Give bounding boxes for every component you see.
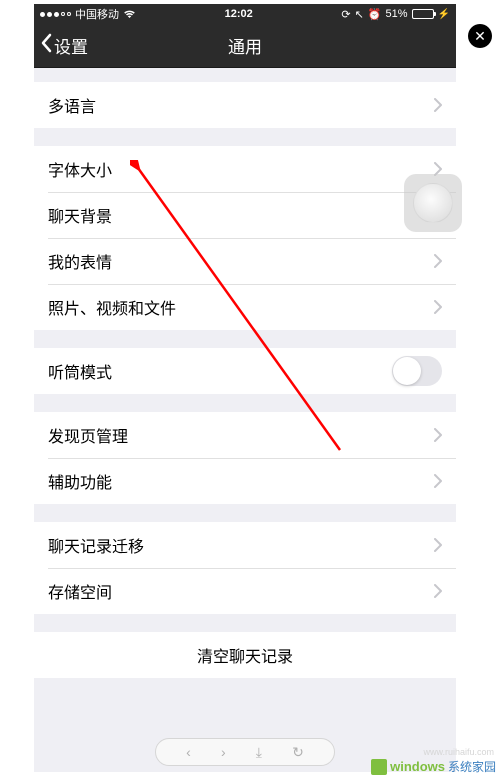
clock: 12:02 [225,8,253,20]
cell-font-size[interactable]: 字体大小 [34,146,456,192]
cell-photos-videos-files[interactable]: 照片、视频和文件 [34,284,456,330]
watermark-rest: 系统家园 [448,758,496,775]
close-button[interactable]: ✕ [468,24,492,48]
chevron-right-icon [434,428,442,442]
chevron-right-icon [434,474,442,488]
earpiece-mode-toggle[interactable] [392,356,442,386]
toolbar-refresh-icon[interactable]: ↻ [292,744,304,761]
navigation-bar: 设置 通用 [34,24,456,68]
cell-label: 辅助功能 [48,469,434,493]
watermark: windows系统家园 [371,758,496,775]
cell-label: 清空聊天记录 [197,643,293,667]
cell-label: 聊天背景 [48,203,434,227]
cell-label: 多语言 [48,93,434,117]
cell-label: 发现页管理 [48,423,434,447]
battery-percentage: 51% [386,8,408,20]
cell-clear-chat-history[interactable]: 清空聊天记录 [34,632,456,678]
chevron-right-icon [434,584,442,598]
cell-earpiece-mode[interactable]: 听筒模式 [34,348,456,394]
cell-chat-migration[interactable]: 聊天记录迁移 [34,522,456,568]
carrier-label: 中国移动 [75,6,119,22]
toolbar-download-icon[interactable]: ⤓ [256,744,262,761]
chevron-right-icon [434,98,442,112]
charging-icon: ⚡ [438,9,450,20]
cell-storage[interactable]: 存储空间 [34,568,456,614]
assistive-touch-icon [413,183,453,223]
location-icon: ↖ [355,8,364,21]
watermark-logo-icon [371,759,387,775]
cell-label: 聊天记录迁移 [48,533,434,557]
cell-label: 字体大小 [48,157,434,181]
chevron-right-icon [434,300,442,314]
phone-screen: 中国移动 12:02 ⟳ ↖ ⏰ 51% ⚡ 设置 通用 多语言 [34,4,456,772]
cell-chat-background[interactable]: 聊天背景 [34,192,456,238]
alarm-icon: ⏰ [368,8,382,21]
bottom-toolbar: ‹ › ⤓ ↻ [155,738,335,766]
cell-multilanguage[interactable]: 多语言 [34,82,456,128]
close-icon: ✕ [474,28,486,45]
page-title: 通用 [34,33,456,58]
chevron-right-icon [434,538,442,552]
back-button[interactable]: 设置 [40,33,88,58]
wifi-icon [123,9,136,19]
watermark-url: www.ruihaifu.com [423,747,494,757]
cell-label: 我的表情 [48,249,434,273]
cell-label: 存储空间 [48,579,434,603]
chevron-right-icon [434,254,442,268]
battery-icon [412,9,434,19]
toolbar-next-icon[interactable]: › [221,744,226,760]
loading-icon: ⟳ [341,8,350,21]
settings-list[interactable]: 多语言 字体大小 聊天背景 我的表情 照片、视频和文件 [34,68,456,772]
cell-label: 听筒模式 [48,359,392,383]
chevron-left-icon [40,33,52,58]
toolbar-prev-icon[interactable]: ‹ [186,744,191,760]
back-label: 设置 [54,33,88,58]
cell-discover-management[interactable]: 发现页管理 [34,412,456,458]
cell-my-stickers[interactable]: 我的表情 [34,238,456,284]
assistive-touch-button[interactable] [404,174,462,232]
status-bar: 中国移动 12:02 ⟳ ↖ ⏰ 51% ⚡ [34,4,456,24]
cell-accessibility[interactable]: 辅助功能 [34,458,456,504]
signal-strength-icon [40,12,71,17]
cell-label: 照片、视频和文件 [48,295,434,319]
watermark-brand: windows [390,759,445,774]
